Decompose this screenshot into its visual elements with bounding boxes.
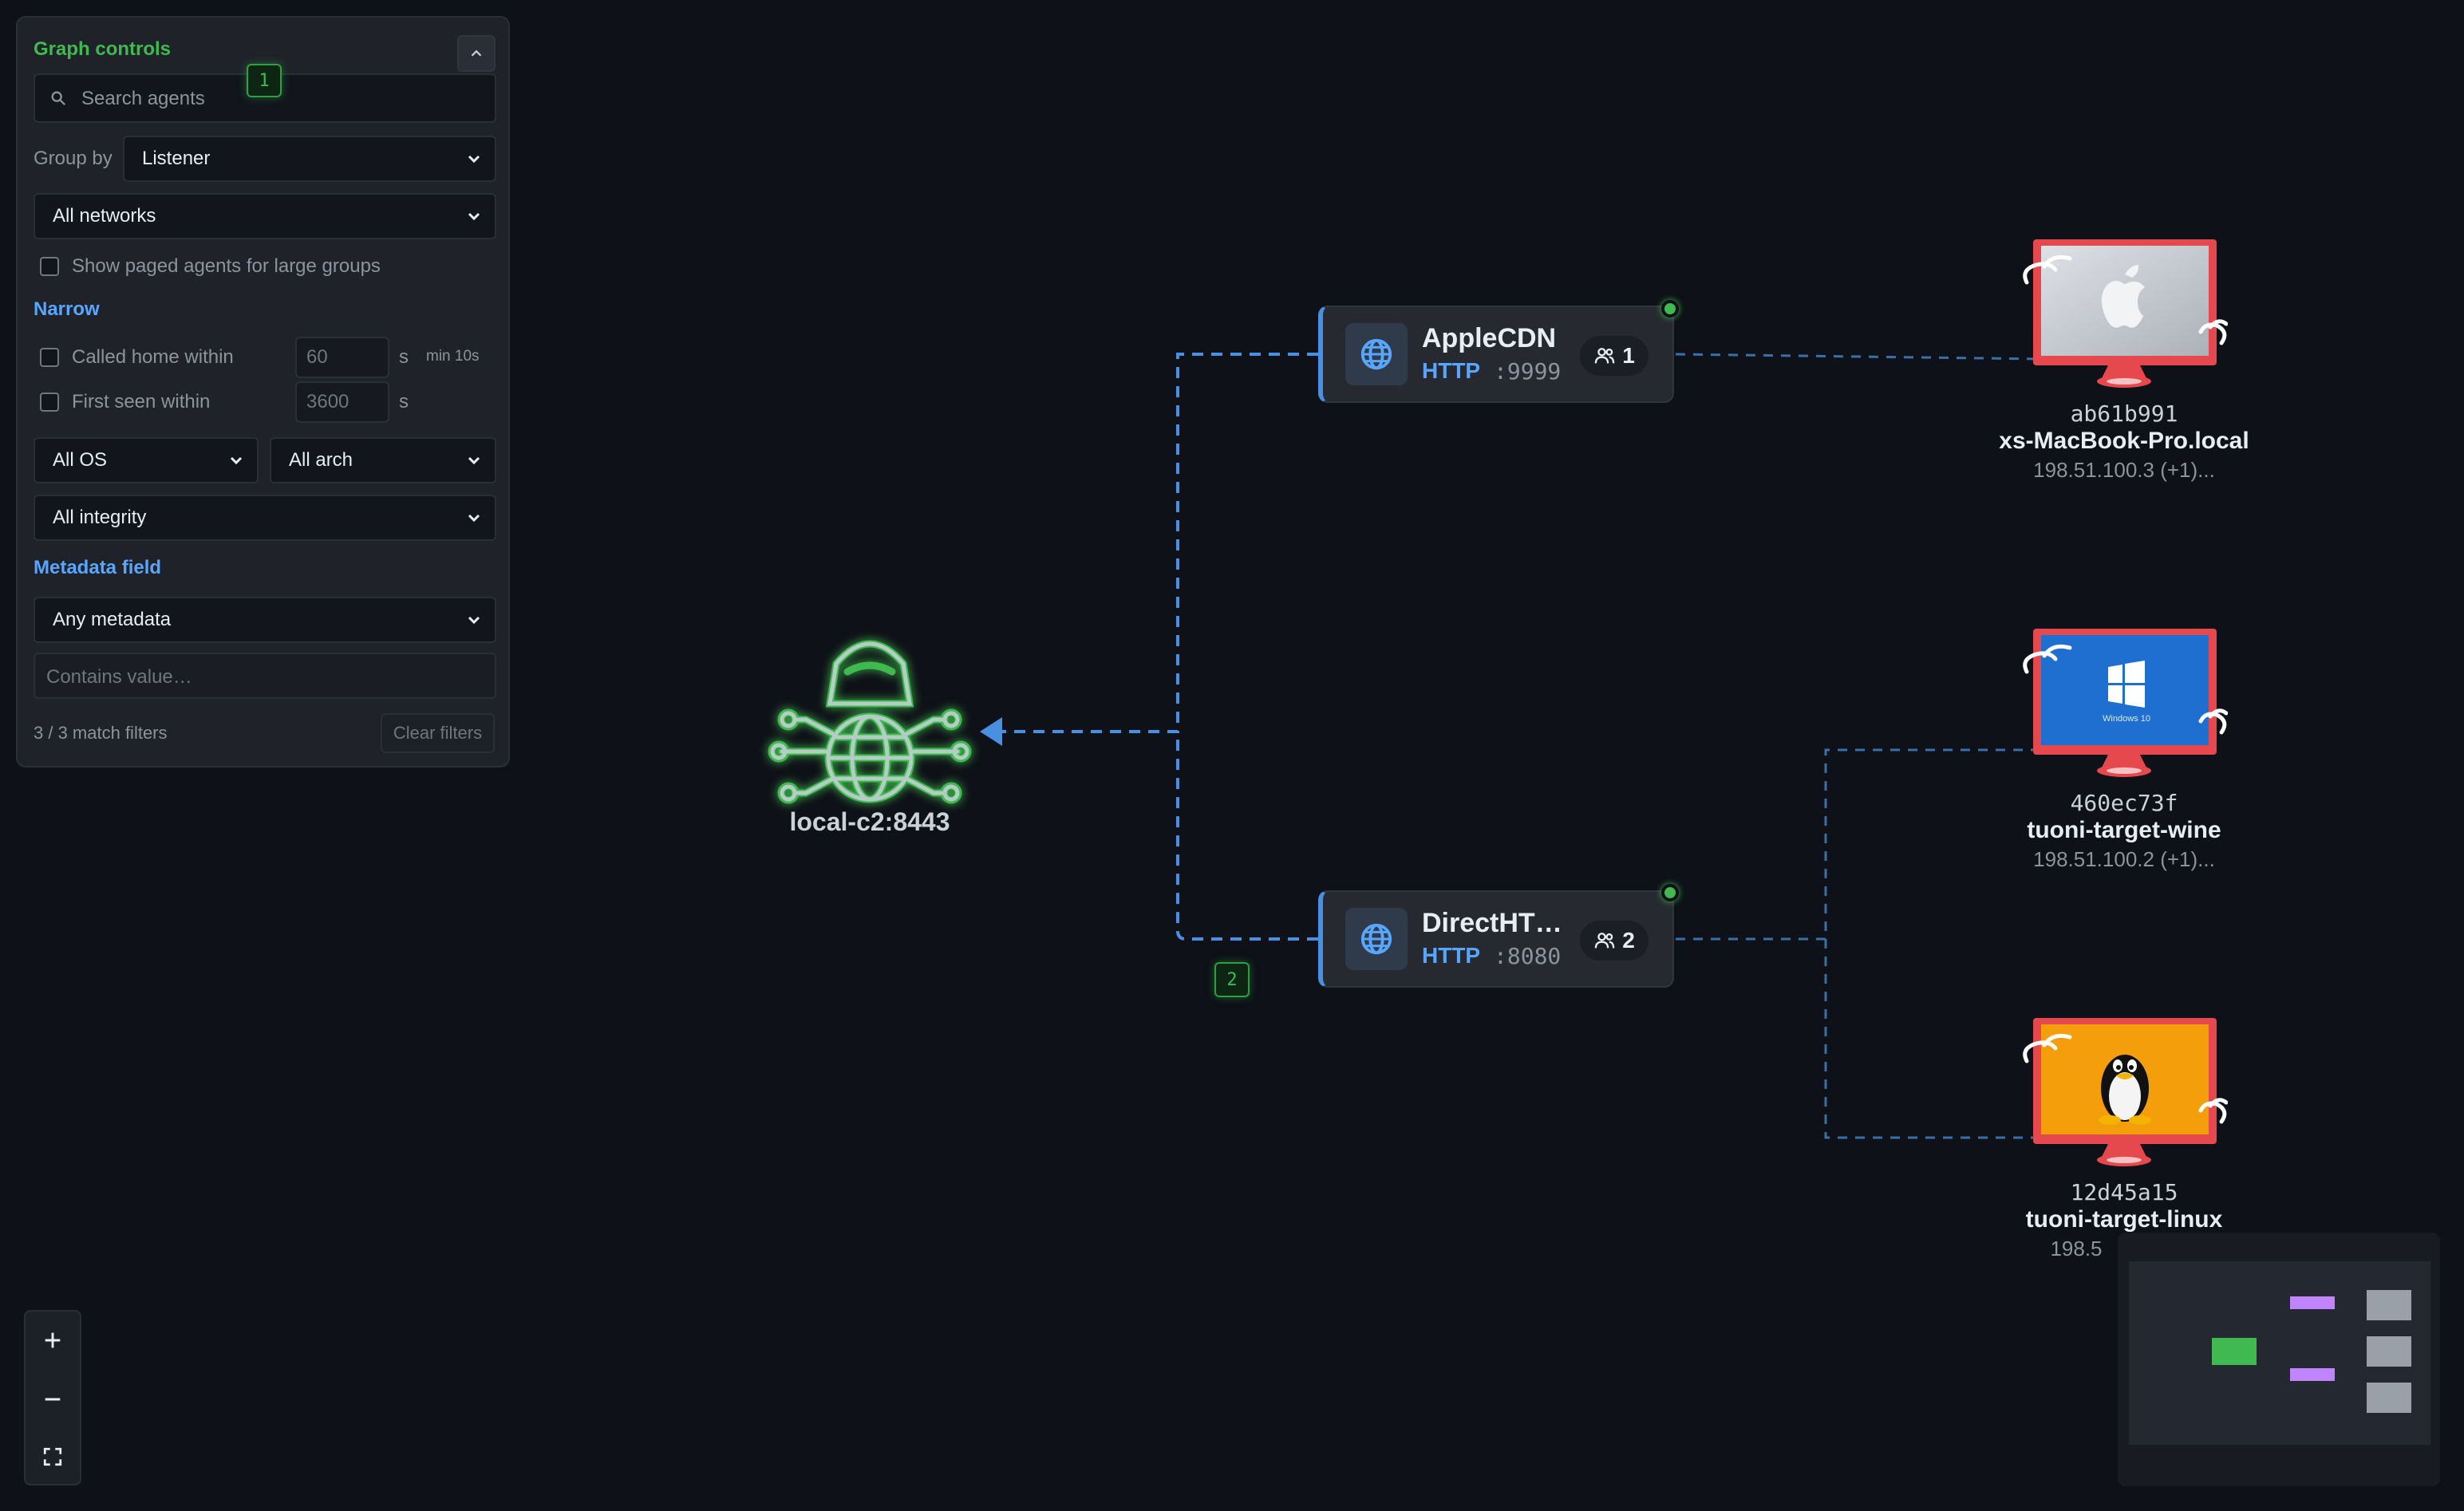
minimap-listener <box>2290 1368 2335 1381</box>
first-seen-unit: s <box>399 391 409 412</box>
agent-count: 1 <box>1622 343 1635 368</box>
listener-name: AppleCDN <box>1422 323 1557 353</box>
zoom-in-button[interactable] <box>26 1312 80 1369</box>
metadata-value: Any metadata <box>53 609 172 630</box>
show-paged-checkbox[interactable] <box>40 257 59 276</box>
called-home-label: Called home within <box>72 346 234 368</box>
called-home-input[interactable]: 60 <box>295 337 389 378</box>
agent-count-badge: 2 <box>1580 921 1649 961</box>
agent-count-badge: 1 <box>1580 336 1649 376</box>
arch-select[interactable]: All arch <box>270 437 496 483</box>
edge-linux-directhttp <box>1824 939 2043 1139</box>
search-icon <box>51 91 66 106</box>
plus-icon <box>45 1332 61 1348</box>
users-icon <box>1594 348 1615 364</box>
minimap-agent <box>2367 1336 2411 1367</box>
agent-count: 2 <box>1622 928 1635 953</box>
chevron-down-icon <box>468 514 480 523</box>
os-value: All OS <box>53 449 108 471</box>
metadata-heading: Metadata field <box>34 557 162 578</box>
listener-port: :9999 <box>1494 358 1562 385</box>
agent-hostname: tuoni-target-wine <box>2027 817 2221 843</box>
panel-title: Graph controls <box>34 38 172 60</box>
called-home-unit: s <box>399 346 409 368</box>
minimap-agent <box>2367 1290 2411 1320</box>
marker-badge-1: 1 <box>247 64 282 97</box>
agent-id: 460ec73f <box>2070 790 2178 816</box>
agent-monitor-mac[interactable] <box>2020 238 2228 389</box>
globe-icon <box>1345 908 1408 970</box>
listener-port: :8080 <box>1494 943 1562 969</box>
minimap-viewport[interactable] <box>2129 1261 2430 1445</box>
first-seen-label: First seen within <box>72 391 211 412</box>
agent-id: 12d45a15 <box>2070 1179 2178 1205</box>
zoom-out-button[interactable] <box>26 1371 80 1428</box>
edge-mac-applecdn <box>1675 353 2043 361</box>
windows-caption: Windows 10 <box>2103 714 2150 724</box>
server-label: local-c2:8443 <box>789 807 950 836</box>
c2-server-node[interactable] <box>750 608 989 815</box>
show-paged-label: Show paged agents for large groups <box>72 255 381 277</box>
agent-ip: 198.51.100.3 (+1)... <box>2033 458 2215 482</box>
edge-wine-directhttp <box>1676 748 2043 941</box>
edge-directhttp-server <box>1176 732 1318 941</box>
users-icon <box>1594 933 1615 949</box>
listener-node-applecdn[interactable]: AppleCDN HTTP :9999 1 <box>1318 306 1674 403</box>
called-home-hint: min 10s <box>426 348 480 365</box>
agent-monitor-windows[interactable]: Windows 10 <box>2020 627 2228 779</box>
search-placeholder: Search agents <box>81 88 205 109</box>
contains-value-input[interactable]: Contains value… <box>34 653 496 699</box>
clear-filters-button[interactable]: Clear filters <box>381 713 495 753</box>
listener-protocol: HTTP <box>1422 943 1481 968</box>
first-seen-checkbox[interactable] <box>40 393 59 412</box>
listener-protocol: HTTP <box>1422 358 1481 383</box>
chevron-down-icon <box>468 616 480 625</box>
called-home-checkbox[interactable] <box>40 348 59 367</box>
match-count: 3 / 3 match filters <box>34 723 168 743</box>
marker-badge-2: 2 <box>1214 962 1250 997</box>
globe-icon <box>1345 323 1408 385</box>
minimap-agent <box>2367 1383 2411 1413</box>
agent-hostname: xs-MacBook-Pro.local <box>1999 428 2249 454</box>
zoom-controls <box>24 1310 81 1485</box>
listener-node-directhttp[interactable]: DirectHT… HTTP :8080 2 <box>1318 890 1674 988</box>
chevron-down-icon <box>468 155 480 164</box>
collapse-button[interactable] <box>457 35 496 72</box>
integrity-value: All integrity <box>53 507 147 528</box>
arch-value: All arch <box>289 449 353 471</box>
agent-ip: 198.51.100.2 (+1)... <box>2033 847 2215 871</box>
graph-controls-panel: Graph controls Search agents 1 Group by … <box>16 16 510 767</box>
group-by-label: Group by <box>34 148 113 169</box>
listener-status-dot <box>1661 884 1679 901</box>
listener-status-dot <box>1661 300 1679 318</box>
listener-name: DirectHT… <box>1422 908 1562 938</box>
narrow-heading: Narrow <box>34 298 100 320</box>
chevron-down-icon <box>230 456 243 465</box>
chevron-down-icon <box>468 212 480 221</box>
agent-monitor-linux[interactable] <box>2020 1016 2228 1168</box>
networks-select[interactable]: All networks <box>34 193 496 239</box>
minimap[interactable] <box>2118 1233 2440 1486</box>
integrity-select[interactable]: All integrity <box>34 495 496 541</box>
networks-value: All networks <box>53 205 156 227</box>
contains-placeholder: Contains value… <box>46 666 192 688</box>
fit-view-button[interactable] <box>26 1428 80 1485</box>
group-by-value: Listener <box>142 148 211 169</box>
graph-canvas[interactable]: Graph controls Search agents 1 Group by … <box>0 0 2464 1511</box>
first-seen-input[interactable]: 3600 <box>295 381 389 423</box>
chevron-down-icon <box>468 456 480 465</box>
chevron-up-icon <box>471 49 482 57</box>
metadata-select[interactable]: Any metadata <box>34 597 496 643</box>
edge-applecdn-server <box>997 353 1318 733</box>
agent-id: ab61b991 <box>2070 400 2178 427</box>
agent-hostname: tuoni-target-linux <box>2025 1206 2223 1233</box>
group-by-select[interactable]: Listener <box>123 136 496 182</box>
minus-icon <box>45 1398 61 1401</box>
minimap-listener <box>2290 1296 2335 1309</box>
os-select[interactable]: All OS <box>34 437 259 483</box>
fullscreen-icon <box>43 1447 62 1466</box>
minimap-server <box>2212 1338 2257 1365</box>
